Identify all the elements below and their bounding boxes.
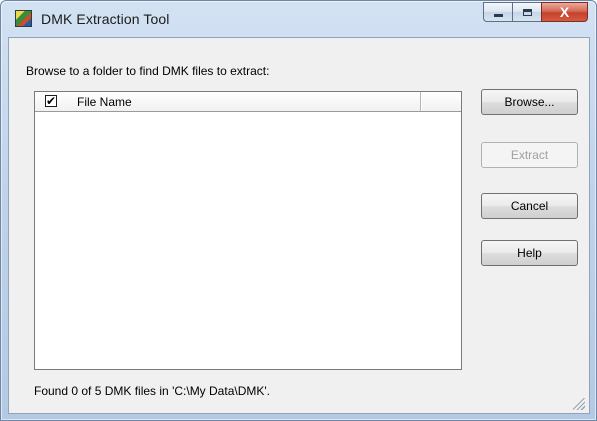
browse-button[interactable]: Browse... [481,89,578,115]
instruction-label: Browse to a folder to find DMK files to … [26,64,270,78]
file-name-column-label: File Name [77,95,132,109]
file-list[interactable]: ✔ File Name [34,91,462,370]
minimize-icon [493,13,503,17]
help-button[interactable]: Help [481,240,578,266]
status-text: Found 0 of 5 DMK files in 'C:\My Data\DM… [34,384,270,398]
window-title: DMK Extraction Tool [41,11,170,27]
title-bar[interactable]: DMK Extraction Tool X [1,1,596,37]
resize-grip-icon[interactable] [573,398,585,410]
maximize-button[interactable] [512,2,541,22]
column-header-extra[interactable] [421,92,461,111]
minimize-button[interactable] [483,2,512,22]
extract-button[interactable]: Extract [481,142,578,168]
close-button[interactable]: X [541,2,588,22]
cancel-button[interactable]: Cancel [481,193,578,219]
caption-buttons: X [483,2,588,25]
close-icon: X [559,4,570,20]
column-header-file-name[interactable]: ✔ File Name [35,92,421,111]
dmk-app-icon [15,10,32,27]
maximize-icon [522,8,532,16]
select-all-checkbox[interactable]: ✔ [45,95,57,107]
file-list-header: ✔ File Name [35,92,461,112]
